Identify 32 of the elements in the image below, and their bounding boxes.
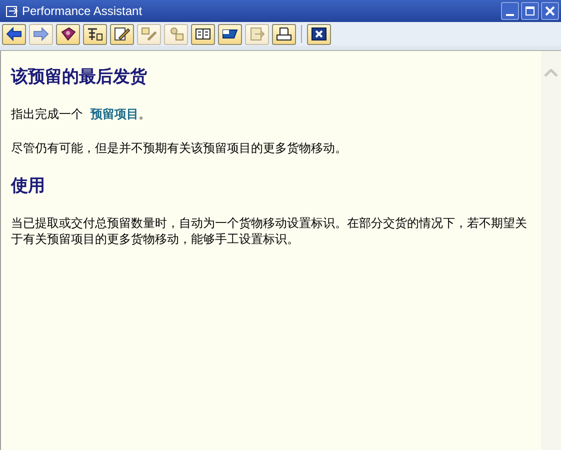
print-icon bbox=[276, 27, 292, 41]
toolbar-button[interactable] bbox=[218, 24, 242, 44]
paragraph: 当已提取或交付总预留数量时，自动为一个货物移动设置标识。在部分交货的情况下，若不期望关于有关预留项目的更多货物移动，能够手工设置标识。 bbox=[11, 215, 528, 247]
section-heading: 该预留的最后发货 bbox=[11, 66, 148, 88]
toolbar-button[interactable] bbox=[2, 24, 26, 44]
minimize-button[interactable] bbox=[501, 2, 519, 20]
toolbar-button[interactable] bbox=[191, 24, 215, 44]
toolbar-button[interactable] bbox=[272, 24, 296, 44]
paragraph: 指出完成一个 预留项目。 bbox=[11, 106, 152, 122]
toolbar-button[interactable] bbox=[56, 24, 80, 44]
minimize-icon bbox=[506, 14, 514, 16]
close-icon bbox=[545, 6, 555, 16]
toolbar-button[interactable] bbox=[110, 24, 134, 44]
open-book-icon bbox=[195, 27, 211, 41]
glossary-link[interactable]: 预留项目 bbox=[90, 107, 139, 121]
maximize-icon bbox=[525, 6, 535, 16]
scroll-up-icon bbox=[544, 69, 558, 77]
export-icon bbox=[249, 27, 265, 41]
close-icon bbox=[311, 27, 327, 41]
back-arrow-icon bbox=[6, 27, 22, 41]
window-icon bbox=[6, 6, 18, 16]
window-title: Performance Assistant bbox=[22, 4, 142, 18]
pencil-icon bbox=[114, 27, 130, 41]
scrollbar[interactable] bbox=[541, 51, 561, 450]
toolbar-button[interactable] bbox=[307, 24, 331, 44]
paragraph: 尽管仍有可能，但是并不预期有关该预留项目的更多货物移动。 bbox=[11, 140, 348, 156]
close-button[interactable] bbox=[541, 2, 559, 20]
structure-icon bbox=[87, 27, 103, 41]
toolbar-button[interactable] bbox=[83, 24, 107, 44]
section-heading: 使用 bbox=[11, 175, 46, 197]
forward-arrow-icon bbox=[33, 27, 49, 41]
maximize-button[interactable] bbox=[521, 2, 539, 20]
